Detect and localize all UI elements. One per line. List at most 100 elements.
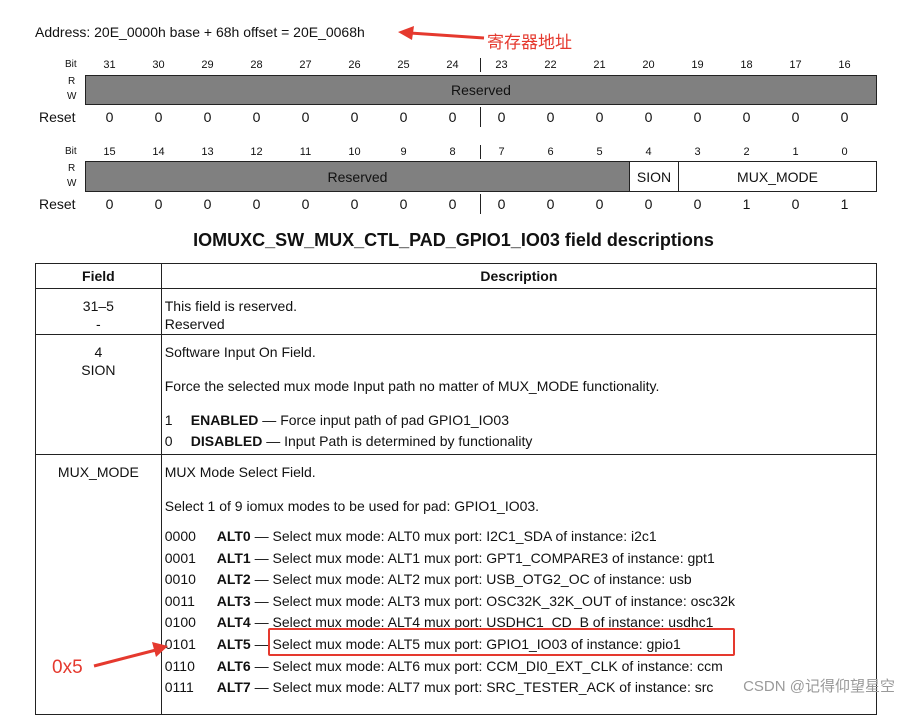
bit-number: 1 [792, 146, 799, 158]
bit-number: 6 [547, 146, 554, 158]
alt-name: ALT0 [216, 528, 251, 544]
table-title: IOMUXC_SW_MUX_CTL_PAD_GPIO1_IO03 field d… [193, 230, 714, 250]
w-label-upper: W [67, 91, 77, 102]
bit-number: 9 [400, 146, 407, 158]
reset-value: 0 [742, 109, 751, 125]
sion-field-label: SION [636, 168, 672, 185]
option-name: DISABLED [190, 433, 263, 449]
alt-description: — Select mux mode: ALT1 mux port: GPT1_C… [250, 549, 715, 566]
bit-number: 28 [250, 59, 263, 71]
alt-code: 0110 [164, 657, 195, 674]
lower-bit-numbers: 15 14 13 12 11 10 9 8 7 6 5 4 3 2 1 0 [85, 146, 877, 158]
bit-number: 12 [250, 146, 263, 158]
table-row: 31–5 - This field is reserved. Reserved [35, 288, 878, 335]
alt-name: ALT6 [216, 657, 251, 674]
reset-label-lower: Reset [39, 196, 76, 212]
table-row: 4 SION Software Input On Field. Force th… [35, 334, 878, 455]
alt-description: — Select mux mode: ALT6 mux port: CCM_DI… [250, 657, 723, 674]
option-row: 0 DISABLED — Input Path is determined by … [165, 432, 873, 450]
register-address-line: Address: 20E_0000h base + 68h offset = 2… [35, 24, 365, 40]
option-text: — Input Path is determined by functional… [262, 433, 533, 449]
lower-reserved-label: Reserved [327, 168, 388, 185]
lower-reset-values: 0 0 0 0 0 0 0 0 0 0 0 0 0 1 0 1 [85, 196, 877, 212]
alt-description: — Select mux mode: ALT3 mux port: OSC32K… [250, 592, 735, 609]
alt-name: ALT4 [216, 614, 251, 631]
description-column-header: Description [160, 263, 878, 289]
bit-number: 27 [299, 59, 312, 71]
reset-value: 0 [791, 109, 800, 125]
alt-description: — Select mux mode: ALT7 mux port: SRC_TE… [250, 679, 714, 696]
alt-mode-row: 0110 ALT6 — Select mux mode: ALT6 mux por… [165, 656, 873, 678]
alt-code: 0111 [164, 679, 194, 696]
bit-number: 24 [446, 59, 459, 71]
bit-number: 5 [596, 146, 603, 158]
reset-value: 0 [791, 196, 800, 212]
reset-value: 0 [350, 109, 359, 125]
reset-value: 0 [644, 196, 653, 212]
bit-number: 15 [103, 146, 116, 158]
mux-mode-field-label: MUX_MODE [737, 168, 818, 185]
bit-number: 23 [495, 59, 508, 71]
option-name: ENABLED [190, 412, 259, 428]
upper-reserved-label: Reserved [451, 82, 511, 98]
reset-value: 0 [252, 109, 261, 125]
arrow-to-address-icon [398, 26, 485, 40]
reset-value: 1 [742, 196, 751, 212]
bit-number: 8 [449, 146, 456, 158]
alt-name: ALT7 [216, 679, 251, 696]
alt-code: 0011 [164, 592, 195, 609]
upper-reserved-field: Reserved [85, 75, 877, 105]
halfword-divider [480, 58, 481, 72]
reset-value: 0 [644, 109, 653, 125]
field-cell: 31–5 - [35, 288, 162, 335]
option-code: 1 [164, 412, 173, 428]
reset-value: 0 [497, 109, 506, 125]
reset-value: 0 [399, 196, 408, 212]
alt-mode-row: 0001 ALT1 — Select mux mode: ALT1 mux por… [165, 548, 873, 570]
reset-value: 0 [546, 196, 555, 212]
description-line: Reserved [164, 316, 225, 332]
bit-number: 3 [694, 146, 701, 158]
alt-name: ALT2 [216, 571, 251, 588]
description-line: MUX Mode Select Field. [164, 464, 316, 480]
alt-description: — Select mux mode: ALT0 mux port: I2C1_S… [250, 528, 657, 544]
bit-number: 25 [397, 59, 410, 71]
upper-reset-values: 0 0 0 0 0 0 0 0 0 0 0 0 0 0 0 0 [85, 109, 877, 125]
w-label-lower: W [67, 178, 77, 189]
field-name: SION [81, 362, 116, 378]
watermark: CSDN @记得仰望星空 [743, 678, 895, 695]
description-line: Software Input On Field. [164, 344, 316, 360]
description-line: This field is reserved. [164, 298, 298, 314]
field-cell: 4 SION [35, 334, 162, 455]
reset-value: 0 [693, 196, 702, 212]
field-column-header: Field [35, 263, 162, 289]
bit-number: 0 [841, 146, 848, 158]
bit-number: 14 [152, 146, 165, 158]
bit-number: 26 [348, 59, 361, 71]
halfword-divider [480, 107, 481, 127]
reset-value: 0 [840, 109, 849, 125]
bit-number: 16 [838, 59, 851, 71]
alt-name: ALT3 [216, 592, 251, 609]
halfword-divider [480, 145, 481, 159]
arrow-to-alt5-icon [93, 642, 168, 668]
halfword-divider [480, 194, 481, 214]
alt-code: 0010 [164, 571, 196, 588]
bit-number: 13 [201, 146, 214, 158]
reset-value: 0 [154, 109, 163, 125]
reset-value: 0 [546, 109, 555, 125]
reset-label-upper: Reset [39, 109, 76, 125]
bit-number: 7 [498, 146, 505, 158]
table-header-row: Field Description [35, 263, 878, 289]
alt-name: ALT1 [216, 549, 251, 566]
alt-code: 0100 [164, 614, 196, 631]
alt-mode-row: 0010 ALT2 — Select mux mode: ALT2 mux por… [165, 569, 873, 591]
description-cell: This field is reserved. Reserved [160, 288, 878, 335]
alt-code: 0101 [164, 635, 196, 652]
reset-value: 0 [448, 109, 457, 125]
field-name: - [96, 316, 101, 332]
bit-number: 4 [645, 146, 652, 158]
upper-bit-numbers: 31 30 29 28 27 26 25 24 23 22 21 20 19 18 17 16 [85, 59, 877, 71]
alt-code: 0001 [164, 549, 196, 566]
option-text: — Force input path of pad GPIO1_IO03 [258, 412, 510, 428]
